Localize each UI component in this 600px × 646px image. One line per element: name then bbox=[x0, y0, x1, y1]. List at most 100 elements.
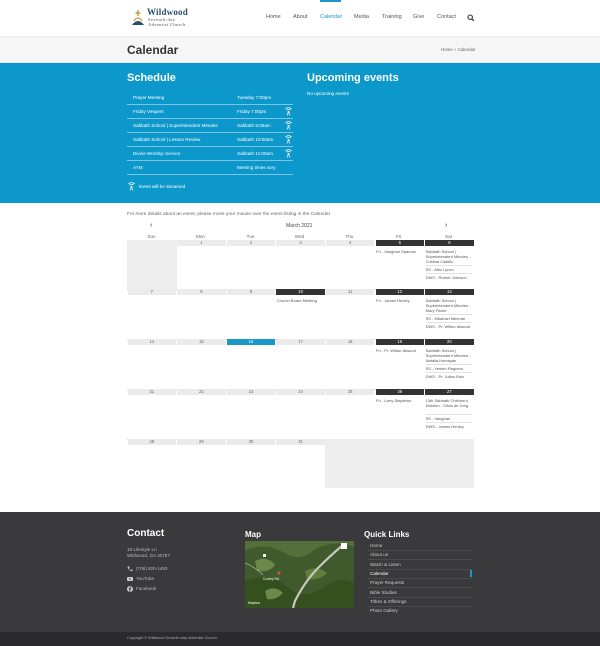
day-of-week: Thu bbox=[345, 234, 354, 239]
copyright-bar: Copyright © Wildwood Seventh-day Adventi… bbox=[0, 632, 600, 646]
calendar-event[interactable]: DWS - James Henley bbox=[426, 424, 473, 429]
calendar-event[interactable]: Sabbath School | Superintendent Minutes … bbox=[426, 249, 473, 264]
schedule-event-name: Friday Vespers bbox=[133, 109, 164, 114]
calendar-day-number[interactable]: 19 bbox=[375, 339, 425, 345]
quick-link-tithes-offerings[interactable]: Tithes & Offerings bbox=[370, 599, 407, 604]
logo-name: Wildwood bbox=[147, 7, 188, 17]
site-logo[interactable]: Wildwood Seventh-day Adventist Church bbox=[131, 7, 211, 29]
calendar-event[interactable]: 13th Sabbath Children's Division - Silvi… bbox=[426, 398, 473, 408]
calendar-day-number[interactable]: 26 bbox=[375, 389, 425, 395]
calendar-event[interactable]: DWS - Robert Johnson bbox=[426, 275, 473, 280]
calendar-day-number[interactable]: 8 bbox=[177, 289, 226, 295]
calendar-event[interactable]: Fri - Pr. Wilbur Atwood bbox=[376, 348, 423, 353]
calendar-day-number[interactable]: 14 bbox=[127, 339, 177, 345]
stream-icon bbox=[128, 182, 135, 191]
calendar-day-number[interactable]: 22 bbox=[177, 389, 226, 395]
calendar-event[interactable]: Fri - James Henley bbox=[376, 298, 423, 303]
calendar-event[interactable]: SS - Mbabazi Mbende bbox=[426, 316, 473, 321]
calendar-event[interactable]: Fri - Larry Stapleton bbox=[376, 398, 423, 403]
nav-media[interactable]: Media bbox=[354, 14, 369, 20]
schedule-event-time: Friday 7:00pm bbox=[237, 109, 267, 114]
calendar-event[interactable]: Sabbath School | Superintendent Minutes … bbox=[426, 298, 473, 313]
schedule-row: Sabbath School | Lesson Review Sabbath 1… bbox=[127, 133, 293, 147]
nav-give[interactable]: Give bbox=[413, 14, 424, 20]
schedule-event-time: Sabbath 9:05am bbox=[237, 123, 271, 128]
nav-contact[interactable]: Contact bbox=[437, 14, 456, 20]
calendar-day-number[interactable]: 7 bbox=[127, 289, 177, 295]
empty-day-cell bbox=[127, 240, 177, 289]
location-map[interactable]: Cooley Rd Mapbox bbox=[245, 541, 354, 608]
divider bbox=[368, 578, 472, 579]
quick-link-bible-studies[interactable]: Bible Studies bbox=[370, 590, 397, 595]
calendar-day-number[interactable]: 29 bbox=[177, 439, 226, 445]
event-divider bbox=[425, 372, 473, 373]
event-divider bbox=[425, 273, 473, 274]
calendar-event[interactable]: Sabbath School | Superintendent Minutes … bbox=[426, 348, 473, 363]
calendar-day-number[interactable]: 2 bbox=[226, 240, 276, 246]
divider bbox=[368, 587, 472, 588]
quick-link-watch-listen[interactable]: Watch & Listen bbox=[370, 562, 401, 567]
nav-training[interactable]: Training bbox=[382, 14, 402, 20]
calendar-day-number[interactable]: 31 bbox=[276, 439, 325, 445]
day-of-week: Mon bbox=[196, 234, 205, 239]
schedule-row: Prayer Meeting Tuesday 7:00pm bbox=[127, 91, 293, 105]
nav-home[interactable]: Home bbox=[266, 14, 281, 20]
calendar-day-number[interactable]: 6 bbox=[425, 240, 474, 246]
calendar-event[interactable]: DWS - Pr. Wilbur Atwood bbox=[426, 324, 473, 329]
calendar-day-number[interactable]: 27 bbox=[425, 389, 474, 395]
breadcrumb[interactable]: Home » Calendar bbox=[441, 47, 475, 52]
nav-about[interactable]: About bbox=[293, 14, 307, 20]
nav-calendar[interactable]: Calendar bbox=[320, 14, 342, 20]
address-line: Wildwood, GA 30757 bbox=[127, 553, 170, 558]
calendar-day-number[interactable]: 24 bbox=[276, 389, 325, 395]
event-divider bbox=[425, 364, 473, 365]
next-month-button[interactable]: › bbox=[445, 222, 447, 229]
calendar-day-number[interactable]: 3 bbox=[276, 240, 325, 246]
quick-link-home[interactable]: Home bbox=[370, 543, 382, 548]
calendar-event[interactable]: DWS - Pr. Julian Ruiz bbox=[426, 374, 473, 379]
quick-link-photo-gallery[interactable]: Photo Gallery bbox=[370, 608, 398, 613]
calendar-day-number[interactable]: 30 bbox=[226, 439, 276, 445]
calendar-day-number[interactable]: 4 bbox=[325, 240, 375, 246]
youtube-link[interactable]: YouTube bbox=[136, 576, 154, 581]
calendar-event[interactable]: SS - Yenten Reguero bbox=[426, 366, 473, 371]
quick-link-about[interactable]: About us bbox=[370, 552, 388, 557]
calendar-day-number[interactable]: 17 bbox=[276, 339, 325, 345]
calendar-day-number[interactable]: 12 bbox=[375, 289, 425, 295]
calendar-event[interactable]: SS - Alex Lynch bbox=[426, 267, 473, 272]
calendar-event[interactable]: Fri - Vaughan Sparrow bbox=[376, 249, 423, 254]
facebook-link[interactable]: Facebook bbox=[136, 586, 156, 591]
calendar-day-number[interactable]: 15 bbox=[177, 339, 226, 345]
search-icon[interactable] bbox=[467, 14, 475, 22]
site-header: Wildwood Seventh-day Adventist Church Ho… bbox=[0, 0, 600, 36]
calendar-day-number[interactable]: 9 bbox=[226, 289, 276, 295]
calendar-event[interactable]: SS - Vaughan bbox=[426, 416, 473, 421]
calendar-day-number[interactable]: 20 bbox=[425, 339, 474, 345]
quick-link-calendar[interactable]: Calendar bbox=[370, 571, 389, 576]
map-image bbox=[245, 541, 354, 608]
schedule-event-name: Sabbath School | Superintendent Minutes bbox=[133, 123, 218, 128]
calendar-grid: 1 2 3 4 5 Fri - Vaughan Sparrow 6 Sabbath Schoo… bbox=[127, 240, 475, 488]
calendar-event[interactable]: Church Board Meeting bbox=[277, 298, 324, 303]
calendar-day-number[interactable]: 23 bbox=[226, 389, 276, 395]
scroll-indicator bbox=[470, 569, 472, 577]
calendar-day-number[interactable]: 11 bbox=[325, 289, 375, 295]
calendar-day-number[interactable]: 1 bbox=[177, 240, 226, 246]
stream-icon bbox=[285, 107, 292, 116]
footer-contact-title: Contact bbox=[127, 528, 165, 539]
schedule-event-time: Sabbath 11:00am bbox=[237, 151, 273, 156]
prev-month-button[interactable]: ‹ bbox=[150, 222, 152, 229]
stream-icon bbox=[285, 121, 292, 130]
calendar-day-number[interactable]: 21 bbox=[127, 389, 177, 395]
calendar-day-number[interactable]: 10 bbox=[276, 289, 325, 295]
schedule-event-name: Divine Worship Service bbox=[133, 151, 181, 156]
calendar-day-number[interactable]: 28 bbox=[127, 439, 177, 445]
calendar-day-number[interactable]: 18 bbox=[325, 339, 375, 345]
facebook-icon bbox=[127, 586, 133, 592]
quick-link-prayer-requests[interactable]: Prayer Requests bbox=[370, 580, 404, 585]
phone-link[interactable]: (706) 820-1493 bbox=[136, 566, 167, 571]
calendar-day-number[interactable]: 25 bbox=[325, 389, 375, 395]
calendar-day-number[interactable]: 13 bbox=[425, 289, 474, 295]
calendar-day-number[interactable]: 16 bbox=[226, 339, 276, 345]
calendar-day-number[interactable]: 5 bbox=[375, 240, 425, 246]
